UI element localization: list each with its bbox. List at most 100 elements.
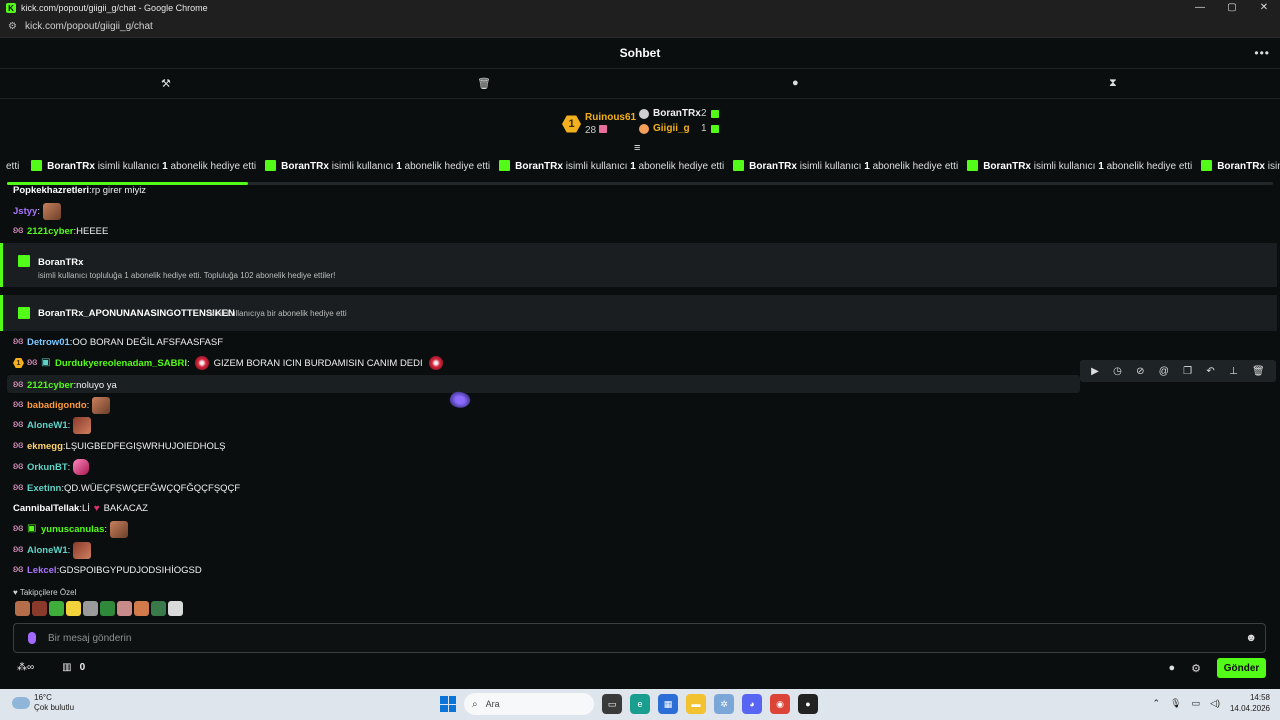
chat-message[interactable]: 1 ʚɞ ▣ Durdukyereolenadam_SABRI: GIZEM B… <box>13 353 443 373</box>
microphone-tray-icon[interactable]: 🎙 <box>1170 698 1181 709</box>
leaderboard-row[interactable]: BoranTRx 2 <box>639 108 719 119</box>
undo-icon[interactable]: ↶ <box>1206 366 1214 377</box>
address-bar[interactable]: ⚙ kick.com/popout/giigii_g/chat <box>0 16 1280 38</box>
ticker-rest: abonelik hediye etti <box>1106 161 1193 172</box>
task-view-icon[interactable]: ▭ <box>602 694 622 714</box>
start-windows-icon[interactable] <box>440 696 456 712</box>
message-username[interactable]: CannibalTellak <box>13 503 79 514</box>
message-username[interactable]: AloneW1 <box>27 420 68 431</box>
chat-message[interactable]: ʚɞ 2121cyber: HEEEE <box>13 221 108 241</box>
play-icon[interactable]: ▶ <box>1091 366 1099 377</box>
send-button[interactable]: Gönder <box>1217 658 1266 678</box>
collapse-arrow-icon[interactable]: ≡ <box>634 142 640 154</box>
emoji-picker-icon[interactable]: ☻ <box>1245 632 1257 644</box>
at-icon[interactable]: @ <box>1159 366 1169 377</box>
maximize-button[interactable]: ▢ <box>1216 0 1248 16</box>
chat-input[interactable]: Bir mesaj gönderin ☻ <box>13 623 1266 653</box>
ticker-item[interactable]: BoranTRx isimli kullanıcı 1 abonelik hed… <box>962 160 1192 172</box>
message-username[interactable]: Durdukyereolenadam_SABRI <box>55 358 187 369</box>
ticker-item[interactable]: BoranTRx isimli kullanıcı 1 abonelik hed… <box>728 160 958 172</box>
chat-input-placeholder[interactable]: Bir mesaj gönderin <box>48 633 131 644</box>
close-button[interactable]: ✕ <box>1248 0 1280 16</box>
weather-widget[interactable]: 16°C Çok bulutlu <box>12 693 74 713</box>
ticker-item[interactable]: BoranTRx isimli kullanıcı 1 abonelik hed… <box>26 160 256 172</box>
message-username[interactable]: Jstyy <box>13 206 37 217</box>
chat-message[interactable]: ʚɞ AloneW1: <box>13 540 92 560</box>
message-username[interactable]: Popkekhazretleri <box>13 185 89 196</box>
minimize-button[interactable]: — <box>1184 0 1216 16</box>
url-text[interactable]: kick.com/popout/giigii_g/chat <box>25 21 153 32</box>
store-icon[interactable]: ▦ <box>658 694 678 714</box>
ticker-item[interactable]: BoranTRx isimli kullanıcı 1 abonelik hed… <box>494 160 724 172</box>
trash-icon[interactable]: 🗑 <box>477 77 491 90</box>
obs-icon[interactable]: ● <box>798 694 818 714</box>
points-display[interactable]: ▥ 0 <box>62 662 85 673</box>
chrome-icon[interactable]: ◉ <box>770 694 790 714</box>
chat-bubble-icon[interactable]: ● <box>1168 662 1175 674</box>
network-app-icon[interactable]: ✲ <box>714 694 734 714</box>
discord-icon[interactable]: ◕ <box>742 694 762 714</box>
edge-icon[interactable]: e <box>630 694 650 714</box>
emote-button[interactable] <box>15 601 30 616</box>
ticker-user: BoranTRx <box>515 161 563 172</box>
leaderboard-row[interactable]: Giigii_g 1 <box>639 123 719 134</box>
message-username[interactable]: yunuscanulas <box>41 524 104 535</box>
message-username[interactable]: 2121cyber <box>27 380 73 391</box>
message-username[interactable]: Lekcel <box>27 565 57 576</box>
chat-message[interactable]: CannibalTellak: Lİ ♥ BAKACAZ <box>13 498 148 518</box>
chat-message[interactable]: Jstyy: <box>13 201 61 221</box>
copy-icon[interactable]: ❐ <box>1183 366 1192 377</box>
pin-icon[interactable]: ⊥ <box>1229 366 1238 377</box>
chat-message[interactable]: ʚɞ ▣ yunuscanulas: <box>13 519 128 539</box>
chat-message[interactable]: ʚɞ babadigondo: <box>13 395 111 415</box>
channel-points-icon[interactable]: ⁂∞ <box>17 662 34 673</box>
message-username[interactable]: Exetinn <box>27 483 61 494</box>
volume-icon[interactable]: ◁) <box>1210 698 1220 709</box>
site-settings-icon[interactable]: ⚙ <box>8 21 17 32</box>
chat-message[interactable]: ʚɞ Detrow01: OO BORAN DEĞİL AFSFAASFASF <box>13 332 223 352</box>
emote-button[interactable] <box>100 601 115 616</box>
slash-icon[interactable]: ⊘ <box>1136 366 1144 377</box>
microphone-icon[interactable] <box>28 632 36 644</box>
chat-message[interactable]: ʚɞ Lekcel: GDSPOIBGYPUDJODSIHİOGSD <box>13 560 202 580</box>
ticker-item[interactable]: BoranTRx isimli kullanıcı 1 abonelik hed… <box>260 160 490 172</box>
ticker-item[interactable]: BoranTRx isimli kullanıcı 1 abonelik hed… <box>1196 160 1280 172</box>
chat-message[interactable]: Popkekhazretleri: rp girer miyiz <box>13 180 146 200</box>
message-username[interactable]: AloneW1 <box>27 545 68 556</box>
leaderboard-first[interactable]: 1 Ruinous61 28 <box>562 111 636 137</box>
emote-button[interactable] <box>134 601 149 616</box>
notice-title[interactable]: BoranTRx <box>38 257 83 268</box>
tray-chevron-icon[interactable]: ⌃ <box>1153 698 1161 709</box>
hourglass-icon[interactable]: ⧗ <box>1109 77 1117 90</box>
emote-button[interactable] <box>83 601 98 616</box>
message-username[interactable]: babadigondo <box>27 400 87 411</box>
emote-button[interactable] <box>49 601 64 616</box>
chat-message[interactable]: ʚɞ OrkunBT: <box>13 457 90 477</box>
more-icon[interactable]: ••• <box>1254 46 1270 60</box>
emote-button[interactable] <box>32 601 47 616</box>
emote-button[interactable] <box>168 601 183 616</box>
chat-message[interactable]: ʚɞ Exetinn: QD.WÜEÇFŞWÇEFĞWÇQFĞQÇFŞQÇF <box>13 478 240 498</box>
message-icon[interactable]: ● <box>792 77 799 89</box>
message-username[interactable]: 2121cyber <box>27 226 73 237</box>
notice-title[interactable]: BoranTRx_APONUNANASINGOTTENSIKEN <box>38 308 235 319</box>
clock[interactable]: 14:58 14.04.2026 <box>1230 692 1270 714</box>
message-username[interactable]: Detrow01 <box>27 337 70 348</box>
emote-button[interactable] <box>151 601 166 616</box>
chat-message[interactable]: ʚɞ AloneW1: <box>13 415 92 435</box>
window-controls: — ▢ ✕ <box>1184 0 1280 16</box>
hammer-icon[interactable]: ⚒ <box>161 77 171 90</box>
file-explorer-icon[interactable]: ▬ <box>686 694 706 714</box>
emote-button[interactable] <box>117 601 132 616</box>
network-icon[interactable]: ▭ <box>1192 698 1201 709</box>
ticker-text: isimli kullanıcı <box>331 161 394 172</box>
taskbar-search[interactable]: ⌕ Ara <box>464 693 594 715</box>
chat-message[interactable]: ʚɞ ekmegg: LŞUIGBEDFEGIŞWRHUJOIEDHOLŞ <box>13 436 226 456</box>
chat-message[interactable]: ʚɞ 2121cyber: noluyo ya <box>13 375 117 395</box>
message-username[interactable]: OrkunBT <box>27 462 68 473</box>
clock-icon[interactable]: ◷ <box>1113 366 1122 377</box>
message-username[interactable]: ekmegg <box>27 441 63 452</box>
trash-icon[interactable]: 🗑 <box>1252 366 1265 377</box>
settings-gear-icon[interactable]: ⚙ <box>1191 662 1201 675</box>
emote-button[interactable] <box>66 601 81 616</box>
